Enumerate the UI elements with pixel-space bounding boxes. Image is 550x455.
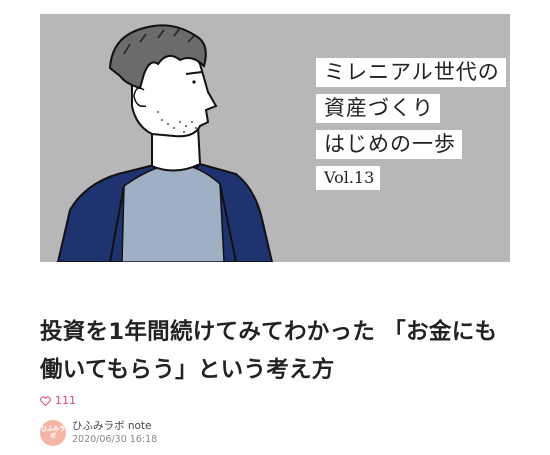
heart-icon: [40, 395, 51, 406]
article-card[interactable]: ミレニアル世代の 資産づくり はじめの一歩 Vol.13 投資を1年間続けてみて…: [0, 0, 550, 455]
hero-illustration[interactable]: ミレニアル世代の 資産づくり はじめの一歩 Vol.13: [40, 14, 510, 262]
like-button[interactable]: 111: [40, 394, 76, 407]
author-meta: ひふみラボ note 2020/06/30 16:18: [72, 420, 157, 446]
avatar-text: ひふみラボ: [40, 426, 65, 440]
avatar[interactable]: ひふみラボ: [40, 420, 66, 446]
author-name[interactable]: ひふみラボ note: [72, 420, 157, 433]
hero-volume-label: Vol.13: [316, 166, 381, 190]
author-info[interactable]: ひふみラボ ひふみラボ note 2020/06/30 16:18: [40, 420, 157, 446]
hero-title-line-3: はじめの一歩: [316, 130, 462, 159]
hero-title-block: ミレニアル世代の 資産づくり はじめの一歩 Vol.13: [316, 58, 506, 190]
hero-title-line-1: ミレニアル世代の: [316, 58, 506, 87]
like-count: 111: [55, 394, 76, 407]
hero-title-line-2: 資産づくり: [316, 94, 440, 123]
article-title[interactable]: 投資を1年間続けてみてわかった 「お金にも働いてもらう」という考え方: [40, 313, 510, 389]
publish-date: 2020/06/30 16:18: [72, 434, 158, 445]
